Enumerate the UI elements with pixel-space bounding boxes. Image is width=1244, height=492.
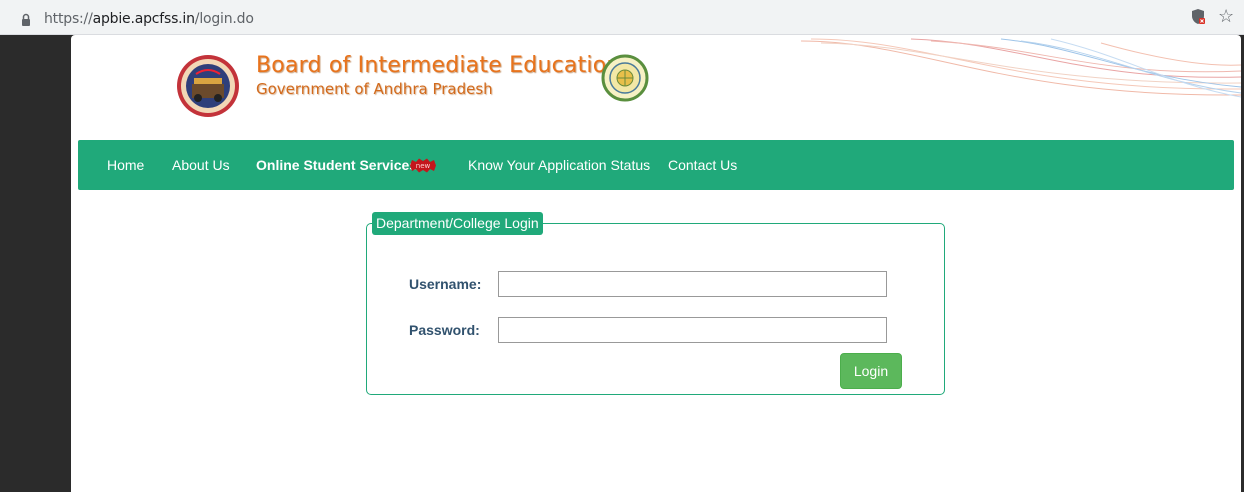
nav-application-status[interactable]: Know Your Application Status bbox=[468, 157, 650, 173]
url-host: apbie.apcfss.in bbox=[92, 11, 195, 27]
username-label: Username: bbox=[409, 276, 482, 292]
state-emblem bbox=[601, 54, 649, 102]
new-badge: new bbox=[410, 158, 436, 173]
site-subtitle: Government of Andhra Pradesh bbox=[256, 80, 493, 98]
lock-icon[interactable] bbox=[21, 13, 31, 27]
username-input[interactable] bbox=[498, 271, 887, 297]
nav-online-student-services[interactable]: Online Student Services bbox=[256, 157, 417, 173]
star-icon[interactable]: ☆ bbox=[1218, 6, 1234, 27]
login-legend: Department/College Login bbox=[372, 212, 543, 235]
url-text[interactable]: https://apbie.apcfss.in/login.do bbox=[44, 11, 254, 27]
shield-icon[interactable] bbox=[1190, 8, 1206, 26]
browser-toolbar: https://apbie.apcfss.in/login.do ☆ bbox=[0, 0, 1244, 35]
password-label: Password: bbox=[409, 322, 480, 338]
nav-home[interactable]: Home bbox=[107, 157, 144, 173]
nav-contact-us[interactable]: Contact Us bbox=[668, 157, 737, 173]
login-button[interactable]: Login bbox=[840, 353, 902, 389]
nav-about-us[interactable]: About Us bbox=[172, 157, 230, 173]
new-badge-label: new bbox=[416, 162, 431, 170]
url-prefix: https:// bbox=[44, 11, 93, 27]
url-path: /login.do bbox=[194, 11, 254, 27]
page: Board of Intermediate Education Governme… bbox=[71, 35, 1241, 492]
site-header: Board of Intermediate Education Governme… bbox=[71, 35, 1241, 135]
address-bar[interactable]: https://apbie.apcfss.in/login.do bbox=[6, 4, 1184, 30]
decorative-waves bbox=[801, 38, 1241, 98]
password-input[interactable] bbox=[498, 317, 887, 343]
site-title: Board of Intermediate Education bbox=[256, 53, 621, 78]
board-logo bbox=[177, 55, 239, 117]
main-nav: Home About Us Online Student Services ne… bbox=[78, 140, 1234, 190]
